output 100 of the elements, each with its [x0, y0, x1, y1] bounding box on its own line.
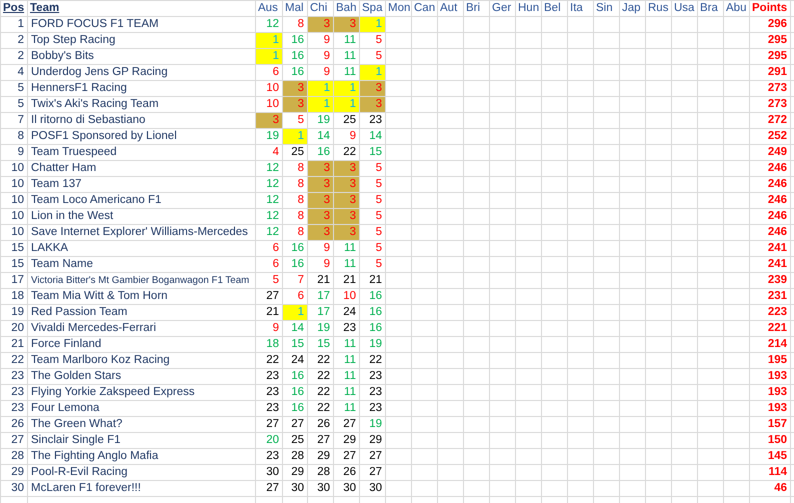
position-number: 23: [0, 368, 28, 384]
points-total: 246: [750, 224, 790, 240]
team-name: Sinclair Single F1: [28, 432, 256, 448]
team-name: Red Passion Team: [28, 304, 256, 320]
position-number: 15: [0, 256, 28, 272]
race-result: 24: [291, 354, 304, 366]
position-number: 10: [0, 160, 28, 176]
team-name: LAKKA: [28, 240, 256, 256]
position-number: 23: [0, 400, 28, 416]
race-result: 22: [317, 354, 330, 366]
race-result: 30: [343, 482, 356, 494]
race-result: 3: [350, 226, 356, 238]
race-result: 3: [272, 114, 279, 126]
points-total: 291: [750, 64, 790, 80]
race-result: 9: [350, 130, 356, 142]
position-number: 17: [0, 272, 28, 288]
points-total: 246: [750, 192, 790, 208]
race-result: 5: [376, 34, 382, 46]
race-result: 3: [324, 210, 330, 222]
team-name: Il ritorno di Sebastiano: [28, 112, 256, 128]
team-name: Lion in the West: [28, 208, 256, 224]
race-result: 3: [324, 162, 330, 174]
column-header: Aus: [256, 0, 282, 16]
race-result: 3: [324, 178, 330, 190]
position-number: 7: [0, 112, 28, 128]
team-name: Team Mia Witt & Tom Horn: [28, 288, 256, 304]
race-result: 26: [343, 466, 356, 478]
race-result: 16: [369, 322, 382, 334]
race-result: 1: [376, 66, 382, 78]
position-number: 8: [0, 128, 28, 144]
race-result: 10: [343, 290, 356, 302]
column-header: Points: [750, 0, 790, 16]
points-total: 231: [750, 288, 790, 304]
column-header: Ger: [490, 0, 516, 16]
position-number: 2: [0, 32, 28, 48]
race-result: 12: [266, 210, 279, 222]
race-result: 11: [344, 50, 356, 62]
points-total: 195: [750, 352, 790, 368]
points-total: 246: [750, 208, 790, 224]
team-name: Flying Yorkie Zakspeed Express: [28, 384, 256, 400]
column-header: Jap: [620, 0, 646, 16]
race-result: 9: [324, 258, 330, 270]
race-result: 12: [266, 194, 279, 206]
race-result: 1: [272, 34, 279, 46]
race-result: 14: [369, 130, 382, 142]
race-result: 1: [324, 82, 330, 94]
race-result: 12: [266, 226, 279, 238]
race-result: 23: [369, 402, 382, 414]
race-result: 5: [376, 50, 382, 62]
points-total: 193: [750, 368, 790, 384]
race-result: 23: [369, 386, 382, 398]
race-result: 23: [266, 386, 279, 398]
race-result: 8: [298, 178, 304, 190]
race-result: 19: [317, 114, 330, 126]
race-result: 16: [291, 34, 304, 46]
team-name: Force Finland: [28, 336, 256, 352]
race-result: 8: [298, 162, 304, 174]
points-total: 114: [750, 464, 790, 480]
race-result: 28: [317, 466, 330, 478]
race-result: 1: [272, 50, 279, 62]
team-name: POSF1 Sponsored by Lionel: [28, 128, 256, 144]
points-total: 193: [750, 400, 790, 416]
race-result: 14: [291, 322, 304, 334]
race-result: 4: [272, 146, 279, 158]
race-result: 22: [317, 386, 330, 398]
race-result: 1: [298, 306, 304, 318]
race-result: 11: [344, 242, 356, 254]
race-result: 15: [317, 338, 330, 350]
race-result: 27: [369, 466, 382, 478]
race-result: 12: [266, 178, 279, 190]
team-name: The Fighting Anglo Mafia: [28, 448, 256, 464]
race-result: 27: [266, 418, 279, 430]
points-total: 272: [750, 112, 790, 128]
column-header: Sin: [594, 0, 620, 16]
column-header: Abu: [724, 0, 750, 16]
race-result: 3: [350, 194, 356, 206]
race-result: 16: [291, 242, 304, 254]
race-result: 26: [317, 418, 330, 430]
team-name: FORD FOCUS F1 TEAM: [28, 16, 256, 32]
position-number: 21: [0, 336, 28, 352]
race-result: 18: [266, 338, 279, 350]
race-result: 21: [317, 274, 330, 286]
race-result: 11: [344, 338, 356, 350]
race-result: 16: [291, 258, 304, 270]
race-result: 11: [344, 386, 356, 398]
race-result: 5: [376, 178, 382, 190]
team-name: Team Marlboro Koz Racing: [28, 352, 256, 368]
race-result: 21: [369, 274, 382, 286]
race-result: 16: [369, 306, 382, 318]
race-result: 27: [291, 418, 304, 430]
team-name: Vivaldi Mercedes-Ferrari: [28, 320, 256, 336]
position-number: 26: [0, 416, 28, 432]
race-result: 19: [369, 338, 382, 350]
team-name: Team 137: [28, 176, 256, 192]
column-header: Ita: [568, 0, 594, 16]
race-result: 22: [317, 402, 330, 414]
team-name: Twix's Aki's Racing Team: [28, 96, 256, 112]
race-result: 19: [266, 130, 279, 142]
position-number: 2: [0, 48, 28, 64]
points-total: 150: [750, 432, 790, 448]
